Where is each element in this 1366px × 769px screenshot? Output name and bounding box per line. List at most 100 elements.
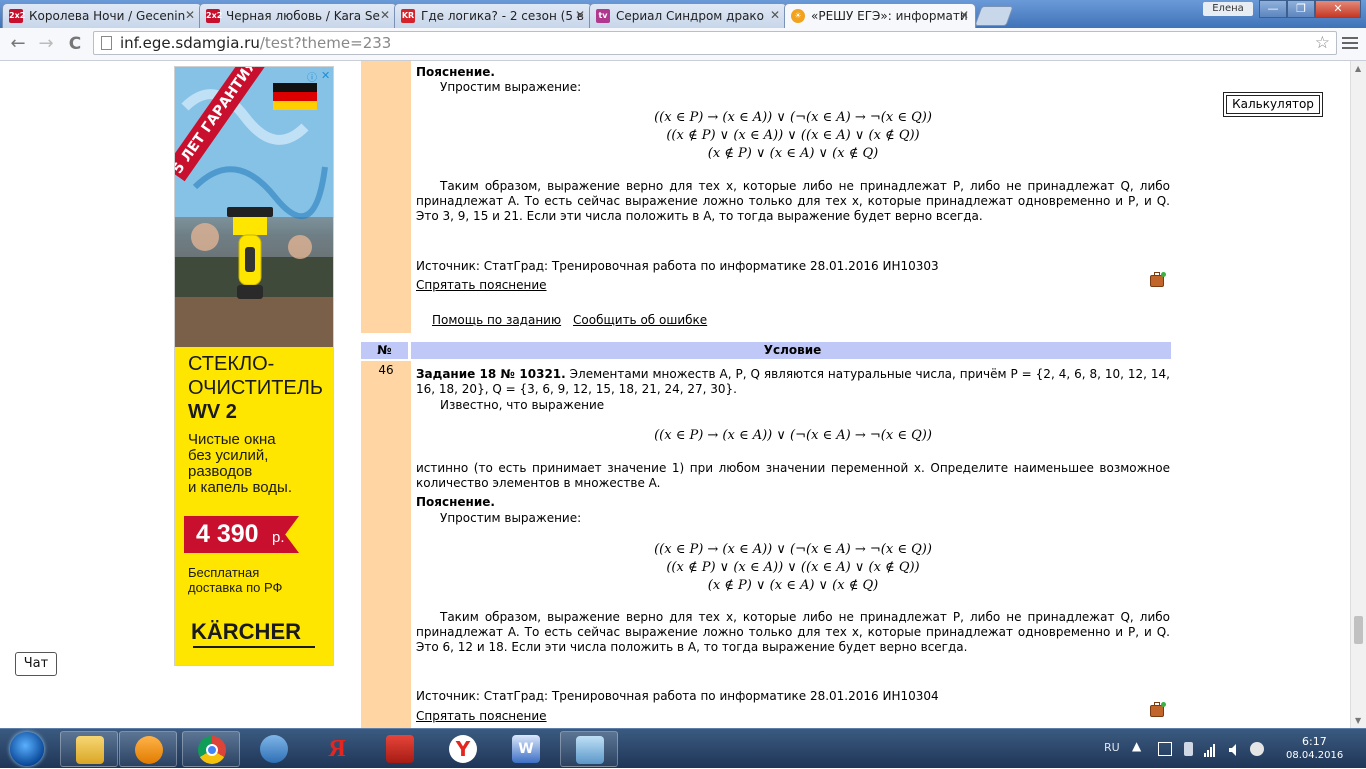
volume-icon[interactable] xyxy=(1228,742,1242,756)
tab-close-icon[interactable]: ✕ xyxy=(959,8,969,22)
tab-favicon-icon: tv xyxy=(596,9,610,23)
word-icon: W xyxy=(512,735,540,763)
yandex-browser-app[interactable]: Y xyxy=(434,731,492,767)
speaker-icon xyxy=(260,735,288,763)
task-question: истинно (то есть принимает значение 1) п… xyxy=(416,461,1170,490)
word-app[interactable]: W xyxy=(497,731,555,767)
chat-button[interactable]: Чат xyxy=(15,652,57,676)
ad-headline-1: СТЕКЛО- xyxy=(188,353,275,375)
explorer-app[interactable] xyxy=(60,731,118,767)
ad-body-1: Чистые окна xyxy=(188,431,276,448)
simplify-text: Упростим выражение: xyxy=(440,511,582,525)
reload-button[interactable]: C xyxy=(63,32,87,56)
update-icon[interactable] xyxy=(1250,742,1264,756)
tab-kara-sevda[interactable]: 2x2 Черная любовь / Kara Se ✕ xyxy=(199,3,397,28)
tab-title: Королева Ночи / Gecenin xyxy=(29,9,186,23)
formula-line-3: (x ∉ P) ∨ (x ∈ A) ∨ (x ∉ Q) xyxy=(707,578,879,593)
address-bar[interactable]: inf.ege.sdamgia.ru/test?theme=233 ☆ xyxy=(93,31,1337,55)
back-button[interactable]: ← xyxy=(6,32,30,56)
maximize-button[interactable]: ❐ xyxy=(1287,0,1315,18)
ad-info-icon[interactable]: ⓘ xyxy=(307,69,319,84)
tab-koroleva[interactable]: 2x2 Королева Ночи / Gecenin ✕ xyxy=(2,3,202,28)
ad-headline-2: ОЧИСТИТЕЛЬ xyxy=(188,377,323,399)
report-error-link[interactable]: Сообщить об ошибке xyxy=(573,313,707,328)
pdf-reader-app[interactable] xyxy=(371,731,429,767)
task-statement: Задание 18 № 10321. Элементами множеств … xyxy=(416,367,1170,397)
tab-sindrom[interactable]: tv Сериал Синдром драко ✕ xyxy=(589,3,787,28)
simplify-text: Упростим выражение: xyxy=(440,80,582,94)
scroll-up-icon[interactable]: ▲ xyxy=(1355,64,1361,73)
scissors-icon xyxy=(576,736,604,764)
header-condition: Условие xyxy=(763,343,822,357)
folder-icon xyxy=(76,736,104,764)
explanation-conclusion: Таким образом, выражение верно для тех x… xyxy=(416,179,1170,223)
vertical-scrollbar[interactable]: ▲ ▼ xyxy=(1350,61,1366,728)
forward-button[interactable]: → xyxy=(34,32,58,56)
tab-title: «РЕШУ ЕГЭ»: информати xyxy=(811,9,968,23)
window-vacuum-icon xyxy=(227,207,273,299)
scroll-down-icon[interactable]: ▼ xyxy=(1355,716,1361,725)
karcher-advertisement[interactable]: 5 ЛЕТ ГАРАНТИЯ ⓘ ✕ СТЕКЛО- ОЧИСТИТЕЛЬ WV… xyxy=(174,66,334,666)
minimize-button[interactable]: — xyxy=(1259,0,1287,18)
calculator-label: Калькулятор xyxy=(1226,95,1320,114)
explanation-heading: Пояснение. xyxy=(416,495,495,509)
start-button[interactable] xyxy=(4,730,52,768)
chrome-app[interactable] xyxy=(182,731,240,767)
tab-close-icon[interactable]: ✕ xyxy=(575,8,585,22)
task-number-column xyxy=(361,61,411,333)
germany-flag-icon xyxy=(273,83,317,111)
formula-line-1: ((x ∈ P) → (x ∈ A)) ∨ (¬(x ∈ A) → ¬(x ∈ … xyxy=(654,542,932,557)
ad-product-photo: 5 ЛЕТ ГАРАНТИЯ xyxy=(175,67,333,347)
help-link[interactable]: Помощь по заданию xyxy=(432,313,561,328)
tab-close-icon[interactable]: ✕ xyxy=(185,8,195,22)
explanation-heading: Пояснение. xyxy=(416,65,495,79)
tab-title: Где логика? - 2 сезон (5 в xyxy=(421,9,584,23)
browser-toolbar: ← → C inf.ege.sdamgia.ru/test?theme=233 … xyxy=(0,28,1366,61)
tab-reshu-ege[interactable]: ☀ «РЕШУ ЕГЭ»: информати ✕ xyxy=(784,3,976,28)
clock-time[interactable]: 6:17 xyxy=(1302,735,1327,748)
close-window-button[interactable]: ✕ xyxy=(1315,0,1361,18)
formula-line-2: ((x ∉ P) ∨ (x ∈ A)) ∨ ((x ∈ A) ∨ (x ∉ Q)… xyxy=(666,128,920,143)
table-header: № Условие xyxy=(361,342,1171,359)
ad-model: WV 2 xyxy=(188,401,237,423)
yandex-browser-icon: Y xyxy=(449,735,477,763)
briefcase-icon[interactable] xyxy=(1150,272,1166,287)
ad-body-3: разводов xyxy=(188,463,253,480)
network-icon[interactable] xyxy=(1204,742,1218,757)
chrome-menu-icon[interactable] xyxy=(1340,34,1360,54)
url-host: inf.ege.sdamgia.ru xyxy=(120,34,260,52)
ad-price-unit: р. xyxy=(272,529,285,546)
task-formula: ((x ∈ P) → (x ∈ A)) ∨ (¬(x ∈ A) → ¬(x ∈ … xyxy=(654,428,932,443)
page-icon xyxy=(101,36,112,50)
explanation-conclusion: Таким образом, выражение верно для тех x… xyxy=(416,610,1170,654)
media-player-app[interactable] xyxy=(119,731,177,767)
language-indicator[interactable]: RU xyxy=(1104,741,1120,754)
bookmark-star-icon[interactable]: ☆ xyxy=(1315,32,1330,54)
new-tab-button[interactable] xyxy=(974,6,1014,26)
snipping-tool-app[interactable] xyxy=(560,731,618,767)
chrome-icon xyxy=(198,736,226,764)
briefcase-icon[interactable] xyxy=(1150,702,1166,717)
battery-icon[interactable] xyxy=(1184,742,1193,756)
flag-icon[interactable] xyxy=(1158,742,1172,756)
calculator-button[interactable]: Калькулятор xyxy=(1223,92,1323,117)
formula-line-3: (x ∉ P) ∨ (x ∈ A) ∨ (x ∉ Q) xyxy=(707,146,879,161)
ad-price: 4 390 xyxy=(196,520,259,548)
speaker-app[interactable] xyxy=(245,731,303,767)
tab-title: Сериал Синдром драко xyxy=(616,9,765,23)
ad-close-icon[interactable]: ✕ xyxy=(321,69,330,82)
show-hidden-icons[interactable]: ▲ xyxy=(1132,739,1141,753)
system-tray: RU ▲ 6:17 08.04.2016 xyxy=(1100,729,1366,769)
tab-title: Черная любовь / Kara Se xyxy=(226,9,380,23)
hide-explanation-link[interactable]: Спрятать пояснение xyxy=(416,709,547,724)
yandex-search-app[interactable]: Я xyxy=(308,731,366,767)
user-profile-badge[interactable]: Елена xyxy=(1203,2,1253,16)
formula-line-2: ((x ∉ P) ∨ (x ∈ A)) ∨ ((x ∈ A) ∨ (x ∉ Q)… xyxy=(666,560,920,575)
windows-logo-icon xyxy=(10,732,44,766)
tab-close-icon[interactable]: ✕ xyxy=(770,8,780,22)
clock-date[interactable]: 08.04.2016 xyxy=(1286,750,1343,761)
hide-explanation-link[interactable]: Спрятать пояснение xyxy=(416,278,547,293)
tab-close-icon[interactable]: ✕ xyxy=(380,8,390,22)
scroll-thumb[interactable] xyxy=(1354,616,1363,644)
tab-gde-logika[interactable]: KR Где логика? - 2 сезон (5 в ✕ xyxy=(394,3,592,28)
